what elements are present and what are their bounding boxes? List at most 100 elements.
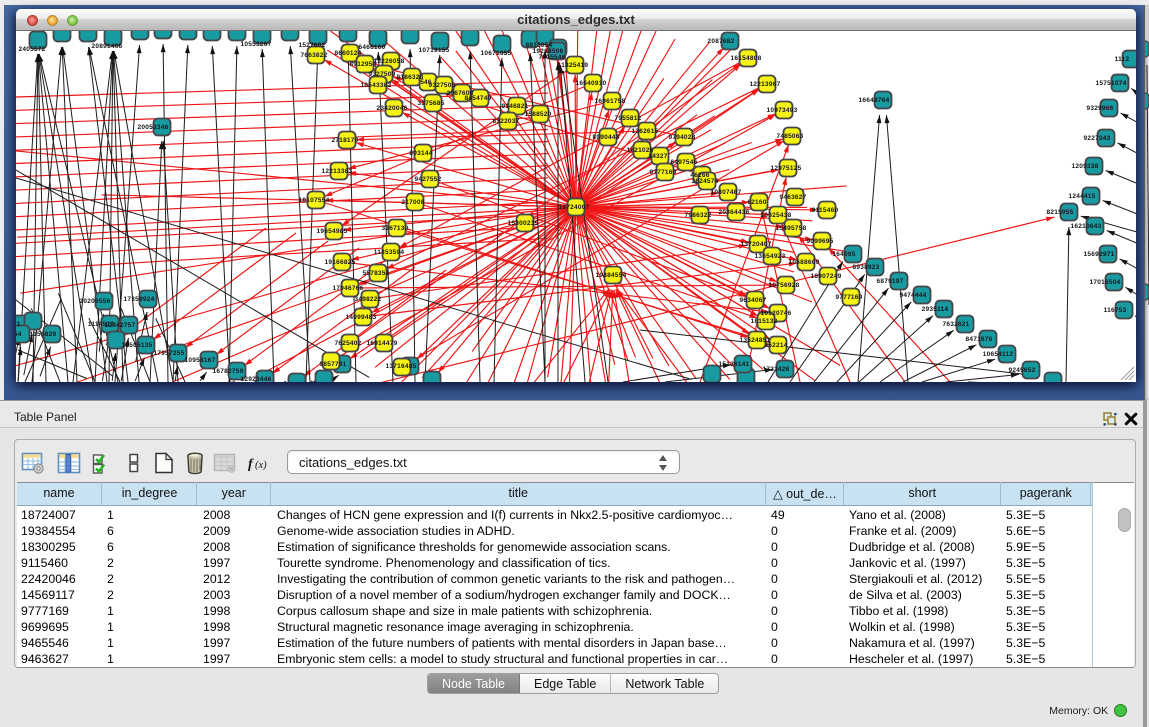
svg-text:12942757: 12942757 bbox=[105, 322, 136, 329]
svg-text:8660124: 8660124 bbox=[334, 50, 361, 57]
svg-text:18724007: 18724007 bbox=[559, 204, 590, 211]
svg-text:1815132: 1815132 bbox=[750, 318, 777, 325]
svg-text:10671355: 10671355 bbox=[481, 50, 512, 57]
svg-text:19166825: 19166825 bbox=[325, 259, 356, 266]
svg-text:9327509: 9327509 bbox=[368, 71, 395, 78]
svg-text:9146821: 9146821 bbox=[501, 103, 528, 110]
svg-text:803144: 803144 bbox=[409, 150, 432, 157]
svg-text:10654112: 10654112 bbox=[983, 351, 1014, 358]
svg-text:11325419: 11325419 bbox=[558, 62, 589, 69]
svg-text:3267130: 3267130 bbox=[381, 225, 408, 232]
svg-text:10543382: 10543382 bbox=[361, 82, 392, 89]
svg-text:9634067: 9634067 bbox=[739, 297, 766, 304]
svg-text:2718170: 2718170 bbox=[331, 137, 358, 144]
svg-text:7955812: 7955812 bbox=[614, 115, 641, 122]
svg-text:20891406: 20891406 bbox=[92, 43, 123, 50]
svg-text:1112: 1112 bbox=[1115, 56, 1130, 63]
svg-text:164095: 164095 bbox=[832, 251, 855, 258]
svg-text:15751074: 15751074 bbox=[1096, 80, 1127, 87]
svg-text:9777169: 9777169 bbox=[649, 169, 676, 176]
svg-text:10958167: 10958167 bbox=[185, 357, 216, 364]
svg-text:17957255: 17957255 bbox=[154, 350, 185, 357]
svg-text:12505135: 12505135 bbox=[122, 342, 153, 349]
svg-text:14099483: 14099483 bbox=[346, 314, 377, 321]
svg-text:10120746: 10120746 bbox=[761, 310, 792, 317]
svg-text:3498222: 3498222 bbox=[354, 296, 381, 303]
svg-text:10807487: 10807487 bbox=[711, 189, 742, 196]
svg-text:10688609: 10688609 bbox=[789, 259, 820, 266]
svg-text:7485063: 7485063 bbox=[776, 133, 803, 140]
svg-text:19654985: 19654985 bbox=[317, 228, 348, 235]
svg-text:39154: 39154 bbox=[16, 331, 22, 338]
svg-text:10025438: 10025438 bbox=[761, 212, 792, 219]
svg-text:15692971: 15692971 bbox=[1084, 251, 1115, 258]
svg-text:8322037: 8322037 bbox=[492, 118, 519, 125]
svg-text:14327: 14327 bbox=[648, 153, 667, 160]
svg-text:9099695: 9099695 bbox=[806, 238, 833, 245]
svg-text:13716485: 13716485 bbox=[386, 363, 417, 370]
svg-text:2935114: 2935114 bbox=[922, 306, 949, 313]
svg-text:17359924: 17359924 bbox=[124, 296, 155, 303]
svg-text:19384554: 19384554 bbox=[596, 272, 627, 279]
svg-text:8454749: 8454749 bbox=[464, 95, 491, 102]
svg-text:23420046: 23420046 bbox=[377, 105, 408, 112]
svg-text:12975125: 12975125 bbox=[771, 165, 802, 172]
svg-text:10553267: 10553267 bbox=[241, 41, 272, 48]
svg-text:6497546: 6497546 bbox=[670, 159, 697, 166]
svg-text:1733426: 1733426 bbox=[762, 366, 789, 373]
svg-text:15495758: 15495758 bbox=[776, 225, 807, 232]
svg-text:6879197: 6879197 bbox=[876, 278, 903, 285]
svg-text:10719155: 10719155 bbox=[419, 47, 450, 54]
svg-text:8215955: 8215955 bbox=[1046, 209, 1073, 216]
svg-text:8990443: 8990443 bbox=[592, 134, 619, 141]
svg-text:11353594: 11353594 bbox=[374, 249, 405, 256]
svg-text:20053346: 20053346 bbox=[138, 124, 169, 131]
svg-text:16914479: 16914479 bbox=[367, 340, 398, 347]
svg-text:1527602: 1527602 bbox=[298, 42, 325, 49]
svg-text:7632621: 7632621 bbox=[942, 321, 969, 328]
svg-text:9777169: 9777169 bbox=[835, 294, 862, 301]
svg-text:19218506: 19218506 bbox=[533, 48, 564, 55]
svg-text:16961758: 16961758 bbox=[595, 98, 626, 105]
svg-text:45081: 45081 bbox=[16, 321, 21, 328]
svg-text:9857791: 9857791 bbox=[319, 361, 346, 368]
svg-text:19756928: 19756928 bbox=[769, 282, 800, 289]
svg-text:18107554: 18107554 bbox=[299, 197, 330, 204]
svg-text:17046766: 17046766 bbox=[333, 285, 364, 292]
svg-text:9427552: 9427552 bbox=[414, 176, 441, 183]
svg-text:8471676: 8471676 bbox=[965, 336, 992, 343]
svg-text:9329966: 9329966 bbox=[1086, 105, 1113, 112]
svg-text:1588520: 1588520 bbox=[524, 111, 551, 118]
svg-text:16782759: 16782759 bbox=[213, 368, 244, 375]
svg-text:13720407: 13720407 bbox=[741, 241, 772, 248]
svg-text:9463627: 9463627 bbox=[779, 194, 806, 201]
svg-text:17016504: 17016504 bbox=[1090, 279, 1121, 286]
svg-text:9115460: 9115460 bbox=[812, 207, 839, 214]
svg-text:7663822: 7663822 bbox=[300, 52, 327, 59]
svg-text:5578354: 5578354 bbox=[362, 270, 389, 277]
svg-text:1156829: 1156829 bbox=[30, 331, 57, 338]
svg-text:18907249: 18907249 bbox=[811, 273, 842, 280]
svg-text:16640910: 16640910 bbox=[576, 80, 607, 87]
svg-text:1244415: 1244415 bbox=[1068, 193, 1095, 200]
svg-text:1209338: 1209338 bbox=[1071, 163, 1098, 170]
svg-text:20364436: 20364436 bbox=[719, 209, 750, 216]
svg-text:13226058: 13226058 bbox=[374, 58, 405, 65]
svg-text:8938923: 8938923 bbox=[852, 264, 879, 271]
svg-text:116753: 116753 bbox=[1104, 307, 1127, 314]
svg-text:7625402: 7625402 bbox=[334, 340, 361, 347]
svg-text:6466160: 6466160 bbox=[358, 44, 385, 51]
svg-text:15136141: 15136141 bbox=[719, 361, 750, 368]
svg-text:3375685: 3375685 bbox=[417, 100, 444, 107]
svg-text:2087682: 2087682 bbox=[707, 38, 734, 45]
svg-text:1362615: 1362615 bbox=[631, 128, 658, 135]
svg-text:12923446: 12923446 bbox=[241, 376, 272, 382]
svg-text:13654923: 13654923 bbox=[755, 253, 786, 260]
svg-text:12213383: 12213383 bbox=[322, 168, 353, 175]
svg-text:16154808: 16154808 bbox=[731, 55, 762, 62]
svg-text:9227343: 9227343 bbox=[1083, 135, 1110, 142]
svg-text:3624574: 3624574 bbox=[691, 178, 718, 185]
svg-text:20206556: 20206556 bbox=[80, 298, 111, 305]
svg-text:16210643: 16210643 bbox=[1071, 223, 1102, 230]
svg-text:16648764: 16648764 bbox=[859, 97, 890, 104]
